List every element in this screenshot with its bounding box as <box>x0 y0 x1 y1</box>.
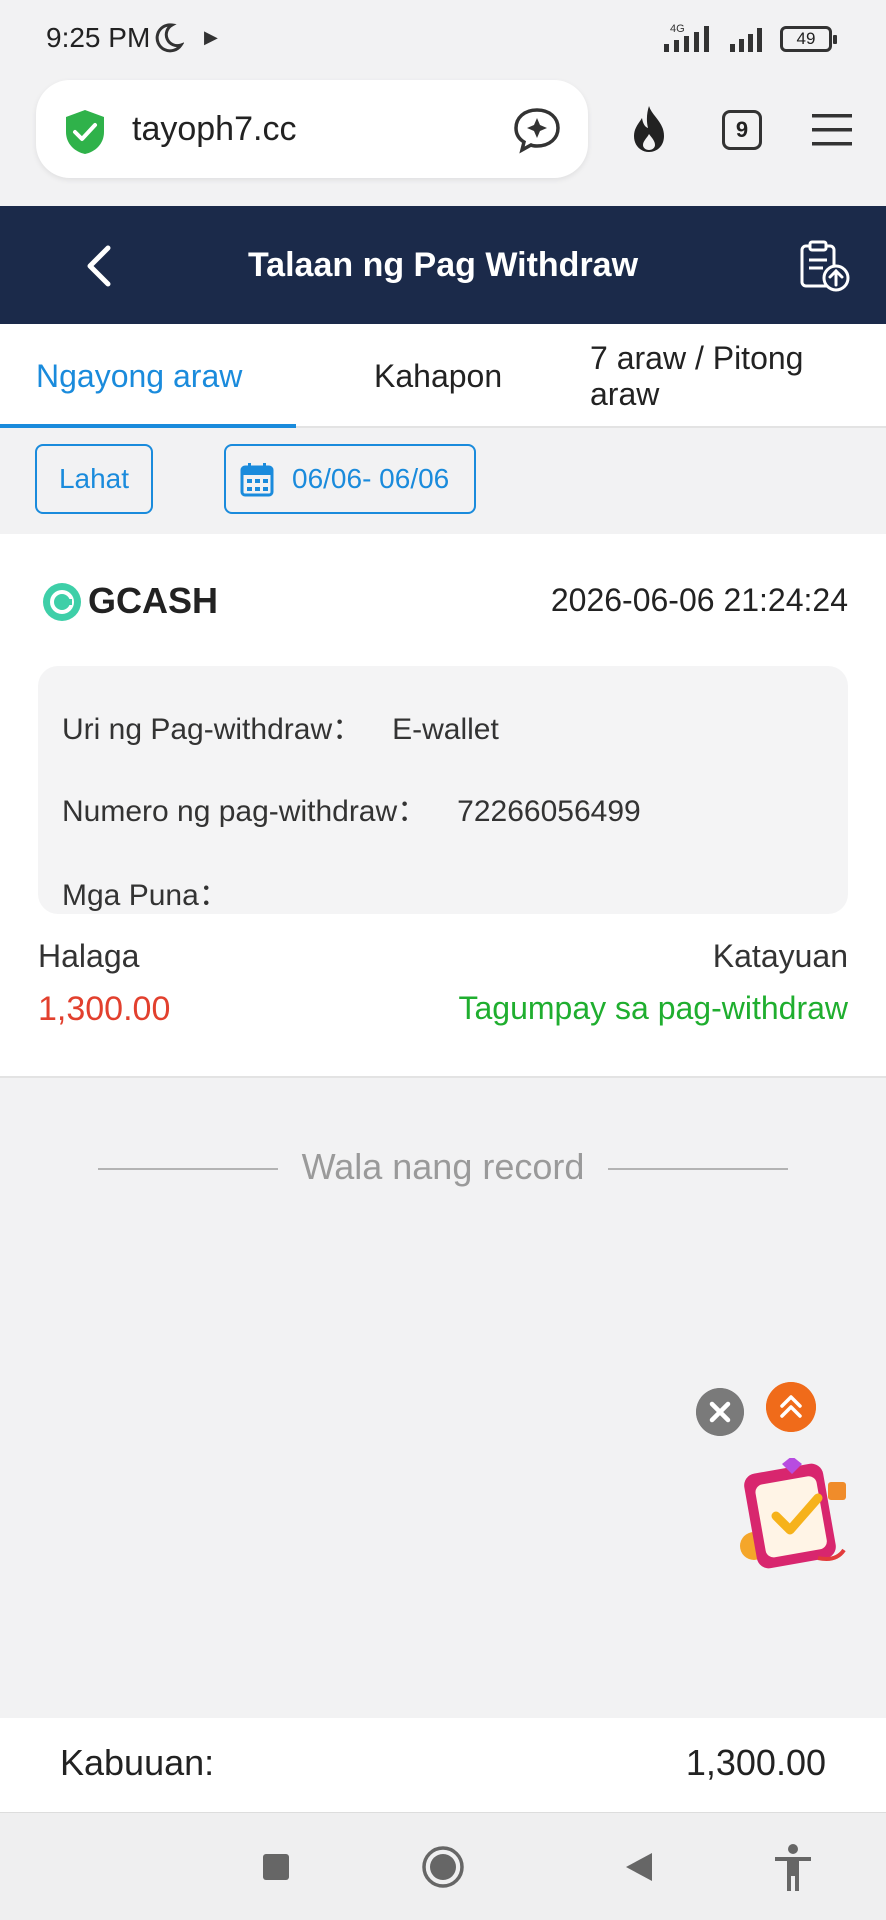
date-tabs: Ngayong araw Kahapon 7 araw / Pitong ara… <box>0 324 886 428</box>
status-value: Tagumpay sa pag-withdraw <box>458 990 848 1026</box>
remarks-label: Mga Puna： <box>62 879 229 912</box>
scroll-to-top-icon[interactable] <box>766 1382 816 1432</box>
filter-all-button[interactable]: Lahat <box>35 444 153 514</box>
divider <box>608 1168 788 1170</box>
total-value: 1,300.00 <box>685 1742 826 1783</box>
record-details: Uri ng Pag-withdraw： E-wallet Numero ng p… <box>38 666 848 914</box>
withdraw-type-value: E-wallet <box>392 713 499 746</box>
url-text: tayoph7.cc <box>132 110 297 148</box>
status-time: 9:25 PM <box>46 22 151 53</box>
date-range-button[interactable]: 06/06- 06/06 <box>224 444 476 514</box>
no-more-records: Wala nang record <box>98 1140 788 1196</box>
amount-value: 1,300.00 <box>38 990 171 1028</box>
ai-assistant-icon[interactable] <box>512 106 562 154</box>
tab-seven-days[interactable]: 7 araw / Pitong araw <box>590 324 860 428</box>
signal-4g-icon: 4G <box>664 23 709 52</box>
app-header: Talaan ng Pag Withdraw <box>0 206 886 324</box>
withdraw-number-row: Numero ng pag-withdraw： 72266056499 <box>62 786 641 830</box>
total-bar: Kabuuan: 1,300.00 <box>0 1718 886 1812</box>
accessibility-icon[interactable] <box>772 1843 814 1893</box>
no-more-records-text: Wala nang record <box>301 1146 585 1187</box>
clipboard-upload-icon[interactable] <box>796 238 852 294</box>
withdraw-number-value: 72266056499 <box>457 795 641 828</box>
close-icon[interactable] <box>696 1388 744 1436</box>
calendar-icon <box>240 463 274 497</box>
total-label: Kabuuan: <box>60 1742 215 1783</box>
moon-icon <box>155 23 184 53</box>
svg-text:4G: 4G <box>670 23 685 35</box>
provider-name: GCASH <box>88 580 219 621</box>
browser-bar: tayoph7.cc 9 <box>0 76 886 206</box>
battery-icon: 49 <box>780 26 837 52</box>
play-icon: ▶ <box>204 27 218 47</box>
status-bar: 9:25 PM ▶ 4G 49 <box>0 0 886 76</box>
withdraw-type-label: Uri ng Pag-withdraw： <box>62 713 363 746</box>
amount-label: Halaga <box>38 938 140 974</box>
gcash-logo-icon <box>43 583 81 621</box>
shield-check-icon <box>66 110 104 154</box>
withdraw-number-label: Numero ng pag-withdraw： <box>62 795 428 828</box>
filter-row: Lahat 06/06- 06/06 <box>0 428 886 534</box>
withdraw-record-card[interactable]: GCASH 2026-06-06 21:24:24 Uri ng Pag-wit… <box>0 534 886 1078</box>
remarks-row: Mga Puna： <box>62 870 259 914</box>
tab-today[interactable]: Ngayong araw <box>36 324 242 428</box>
url-bar[interactable]: tayoph7.cc <box>36 80 588 178</box>
tab-switcher-button[interactable]: 9 <box>722 110 762 150</box>
record-datetime: 2026-06-06 21:24:24 <box>550 582 848 618</box>
signal-icon <box>730 28 762 52</box>
tab-yesterday[interactable]: Kahapon <box>374 324 502 428</box>
status-label: Katayuan <box>712 938 848 974</box>
recent-apps-icon[interactable] <box>262 1853 290 1881</box>
fire-icon[interactable] <box>626 104 672 154</box>
back-nav-icon[interactable] <box>624 1851 654 1883</box>
withdraw-type-row: Uri ng Pag-withdraw： E-wallet <box>62 704 499 748</box>
system-nav-bar <box>0 1812 886 1920</box>
page-title: Talaan ng Pag Withdraw <box>247 246 639 284</box>
date-range-text: 06/06- 06/06 <box>292 463 450 494</box>
home-icon[interactable] <box>421 1845 465 1889</box>
menu-icon[interactable] <box>810 112 854 148</box>
promo-checklist-icon[interactable] <box>732 1458 856 1582</box>
